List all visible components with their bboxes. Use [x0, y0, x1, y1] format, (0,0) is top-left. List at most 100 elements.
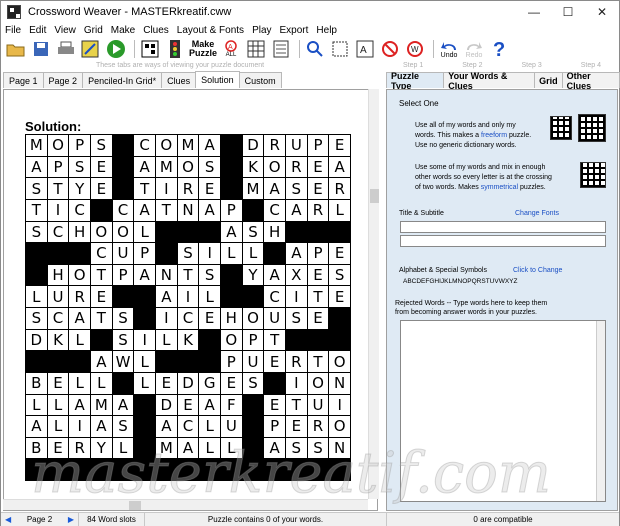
grid-cell[interactable]: I [199, 243, 220, 264]
grid-cell[interactable]: T [307, 351, 329, 372]
grid-cell[interactable]: O [47, 135, 69, 156]
grid-cell[interactable]: I [177, 286, 199, 307]
grid-cell[interactable]: S [242, 221, 264, 243]
tab-penciled-in-grid[interactable]: Penciled-In Grid* [82, 72, 163, 88]
grid-cell[interactable]: A [155, 416, 177, 437]
grid-cell[interactable]: O [220, 329, 242, 351]
traffic-light-icon[interactable] [164, 38, 186, 60]
grid-cell[interactable]: E [177, 394, 199, 416]
grid-block[interactable] [26, 243, 47, 264]
menu-help[interactable]: Help [316, 25, 337, 36]
rejected-words-input[interactable] [400, 320, 606, 502]
grid-cell[interactable]: N [329, 372, 350, 394]
grid-cell[interactable]: R [69, 437, 90, 459]
grid-cell[interactable]: L [26, 286, 47, 307]
grid-cell[interactable]: E [264, 394, 285, 416]
grid-cell[interactable]: A [199, 199, 220, 221]
grid-cell[interactable]: O [112, 221, 134, 243]
grid-cell[interactable]: M [155, 437, 177, 459]
grid-cell[interactable]: A [285, 243, 307, 264]
grid-cell[interactable]: A [134, 199, 155, 221]
tab-grid[interactable]: Grid [534, 72, 563, 88]
tab-other-clues[interactable]: Other Clues [561, 71, 620, 91]
horizontal-scroll-thumb[interactable] [129, 501, 141, 510]
grid-cell[interactable]: S [285, 437, 307, 459]
grid-cell[interactable]: A [264, 264, 285, 286]
grid-cell[interactable]: T [177, 264, 199, 286]
grid-cell[interactable]: M [177, 135, 199, 156]
tab-clues[interactable]: Clues [161, 72, 197, 88]
grid-block[interactable] [329, 221, 350, 243]
grid-block[interactable] [134, 308, 155, 329]
grid-cell[interactable]: U [112, 243, 134, 264]
grid-pattern-icon[interactable] [139, 38, 161, 60]
play-icon[interactable] [105, 38, 127, 60]
grid-cell[interactable]: C [264, 199, 285, 221]
grid-cell[interactable]: L [112, 437, 134, 459]
grid-cell[interactable]: S [329, 264, 350, 286]
grid-cell[interactable]: C [112, 199, 134, 221]
grid-cell[interactable]: X [285, 264, 307, 286]
no-word-icon[interactable]: W [404, 38, 426, 60]
grid-cell[interactable]: Y [69, 178, 90, 199]
select-area-icon[interactable] [329, 38, 351, 60]
tab-page-2[interactable]: Page 2 [42, 72, 84, 88]
title-input[interactable] [400, 221, 606, 233]
help-icon[interactable]: ? [488, 38, 510, 60]
grid-cell[interactable]: S [90, 135, 112, 156]
grid-cell[interactable]: I [69, 416, 90, 437]
grid-cell[interactable]: O [329, 416, 350, 437]
grid-cell[interactable]: P [307, 243, 329, 264]
grid-block[interactable] [112, 178, 134, 199]
freeform-puzzle-icon[interactable] [550, 116, 572, 140]
grid-cell[interactable]: P [47, 156, 69, 178]
grid-cell[interactable]: I [47, 199, 69, 221]
grid-cell[interactable]: S [112, 329, 134, 351]
symmetrical-grid-icon[interactable] [580, 162, 606, 188]
grid-cell[interactable]: D [177, 372, 199, 394]
grid-block[interactable] [26, 264, 47, 286]
menu-play[interactable]: Play [252, 25, 271, 36]
grid-cell[interactable]: T [285, 394, 307, 416]
grid-cell[interactable]: I [285, 286, 307, 307]
grid-cell[interactable]: U [220, 416, 242, 437]
grid-block[interactable] [90, 199, 112, 221]
grid-cell[interactable]: P [112, 264, 134, 286]
grid-cell[interactable]: S [177, 243, 199, 264]
grid-cell[interactable]: O [177, 156, 199, 178]
grid-block[interactable] [264, 243, 285, 264]
no-letter-icon[interactable] [379, 38, 401, 60]
grid-view-icon[interactable] [245, 38, 267, 60]
redo-button[interactable]: Redo [463, 38, 485, 60]
grid-cell[interactable]: C [177, 416, 199, 437]
grid-cell[interactable]: E [329, 243, 350, 264]
grid-cell[interactable]: N [329, 437, 350, 459]
grid-cell[interactable]: A [220, 221, 242, 243]
grid-block[interactable] [134, 394, 155, 416]
grid-cell[interactable]: D [242, 135, 264, 156]
grid-cell[interactable]: E [90, 286, 112, 307]
grid-cell[interactable]: O [307, 372, 329, 394]
grid-cell[interactable]: L [69, 329, 90, 351]
grid-cell[interactable]: E [307, 264, 329, 286]
grid-cell[interactable]: A [26, 156, 47, 178]
grid-block[interactable] [90, 329, 112, 351]
grid-block[interactable] [134, 416, 155, 437]
grid-cell[interactable]: O [90, 221, 112, 243]
grid-cell[interactable]: E [329, 135, 350, 156]
grid-cell[interactable]: M [90, 394, 112, 416]
grid-cell[interactable]: B [26, 437, 47, 459]
grid-block[interactable] [220, 178, 242, 199]
subtitle-input[interactable] [400, 235, 606, 247]
alphabet-value[interactable]: ABCDEFGHIJKLMNOPQRSTUVWXYZ [403, 278, 517, 285]
grid-block[interactable] [26, 351, 47, 372]
crossword-grid[interactable]: MOPSCOMADRUPEAPSEAMOSKOREASTYETIREMASERT… [25, 134, 351, 481]
grid-cell[interactable]: S [285, 308, 307, 329]
grid-cell[interactable]: P [220, 199, 242, 221]
grid-cell[interactable]: E [199, 308, 220, 329]
grid-block[interactable] [199, 329, 220, 351]
grid-cell[interactable]: C [264, 286, 285, 307]
change-fonts-link[interactable]: Change Fonts [515, 210, 559, 217]
grid-cell[interactable]: A [112, 394, 134, 416]
grid-cell[interactable]: A [26, 416, 47, 437]
